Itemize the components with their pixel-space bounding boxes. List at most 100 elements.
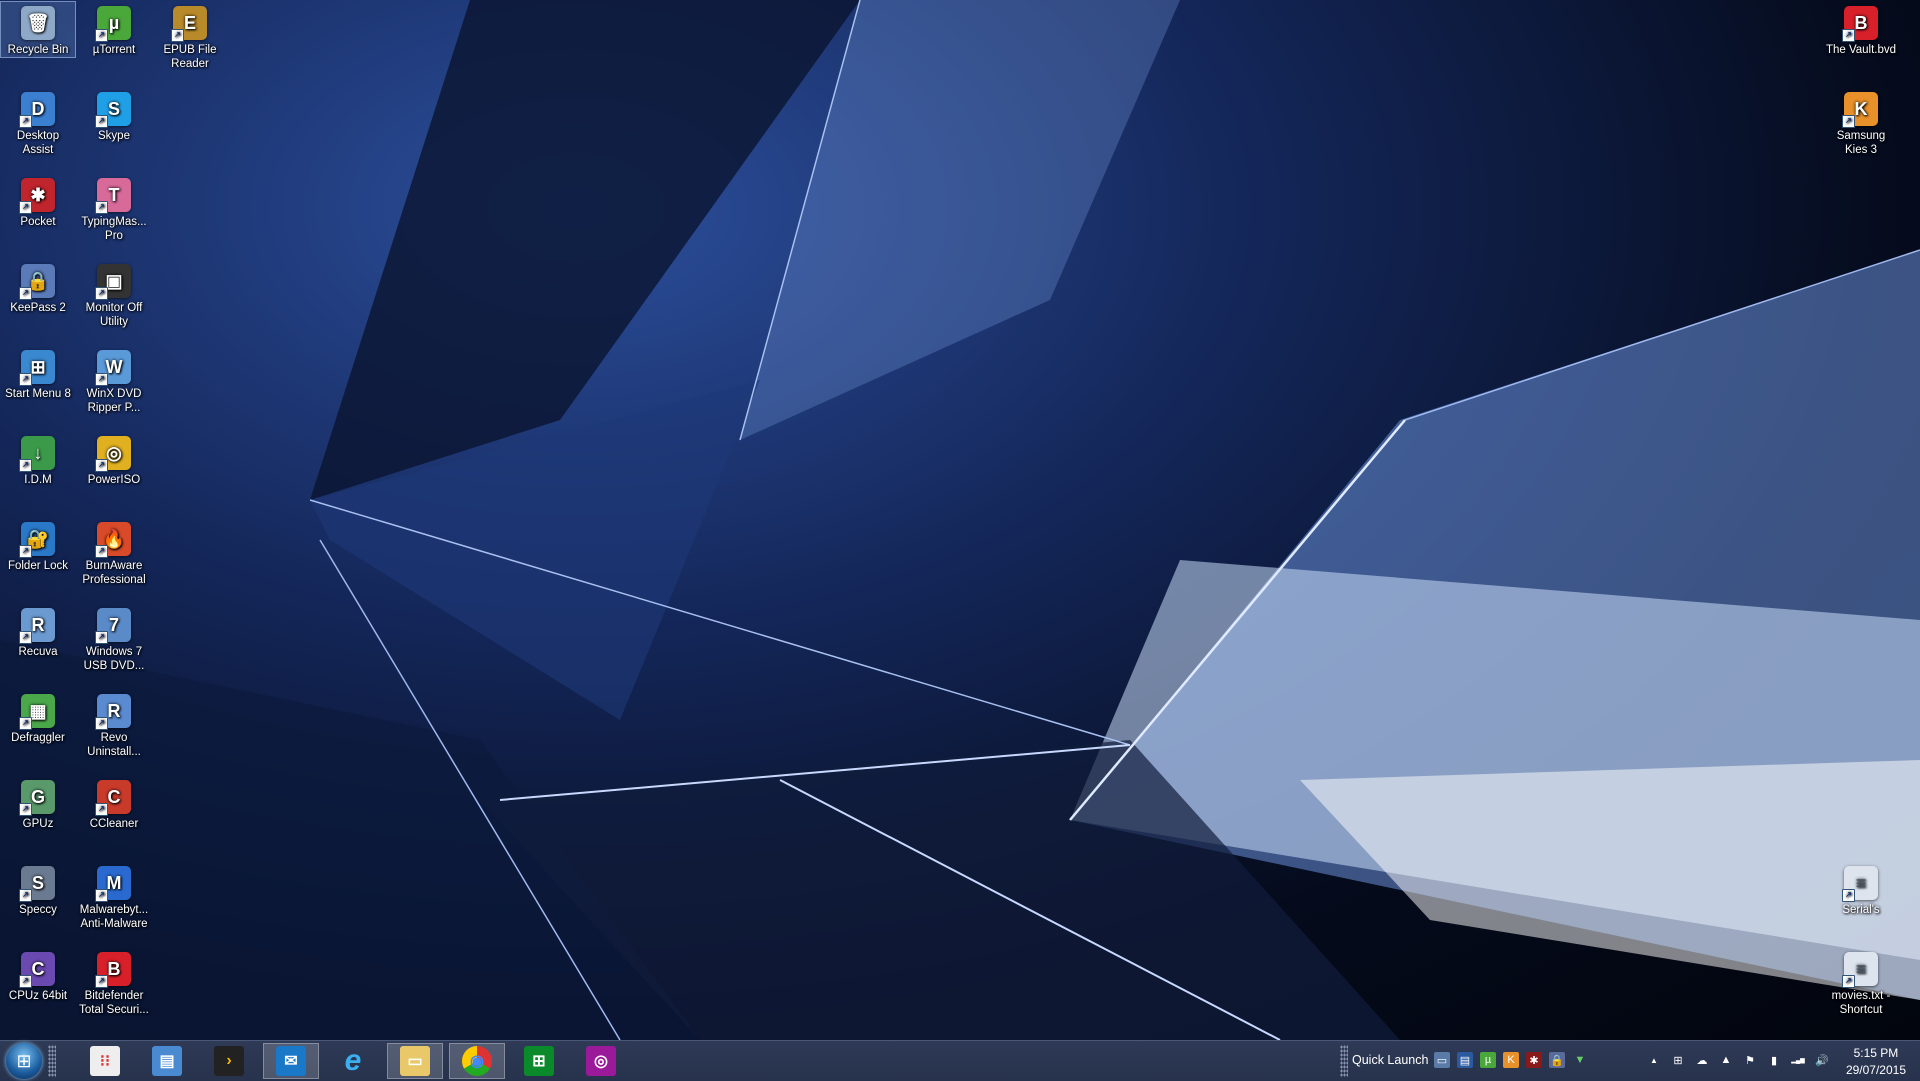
start-button[interactable]: ⊞ <box>6 1043 42 1079</box>
battery-icon[interactable]: ▮ <box>1766 1052 1782 1068</box>
taskbar-button[interactable]: e <box>325 1043 381 1079</box>
desktop-icon[interactable]: M ↗ Malwarebyt... Anti-Malware <box>77 862 151 931</box>
desktop-icon[interactable]: 🔐 ↗ Folder Lock <box>1 518 75 573</box>
shortcut-arrow-icon: ↗ <box>95 545 108 558</box>
clock[interactable]: 5:15 PM 29/07/2015 <box>1846 1045 1906 1079</box>
taskbar-button[interactable]: ◎ <box>573 1043 629 1079</box>
taskbar-button[interactable]: ▤ <box>139 1043 195 1079</box>
desktop-icon[interactable]: ≡ ↗ Serial's <box>1824 862 1898 917</box>
idm-icon: ↓ ↗ <box>19 436 55 472</box>
desktop-icon[interactable]: µ ↗ µTorrent <box>77 2 151 57</box>
utorrent-icon[interactable]: µ <box>1480 1052 1496 1068</box>
expand-icon[interactable]: ▼ <box>1572 1052 1588 1068</box>
samsung-kies-icon: K ↗ <box>1842 92 1878 128</box>
keepass-icon[interactable]: 🔒 <box>1549 1052 1565 1068</box>
desktop-icon-label: Pocket <box>20 216 56 228</box>
shortcut-arrow-icon: ↗ <box>19 975 32 988</box>
shortcut-arrow-icon: ↗ <box>19 287 32 300</box>
signal-icon[interactable]: ▂▄▆ <box>1790 1052 1806 1068</box>
desktop-icon[interactable]: T ↗ TypingMas... Pro <box>77 174 151 243</box>
desktop-icon[interactable]: R ↗ Recuva <box>1 604 75 659</box>
taskbar-button[interactable]: ⁝⁝ <box>77 1043 133 1079</box>
windows-icon[interactable]: ⊞ <box>1670 1052 1686 1068</box>
shortcut-arrow-icon: ↗ <box>19 545 32 558</box>
shortcut-arrow-icon: ↗ <box>19 803 32 816</box>
taskbar-grip[interactable] <box>48 1045 56 1077</box>
ccleaner-icon: C ↗ <box>95 780 131 816</box>
desktop-icon-label: CCleaner <box>89 818 139 830</box>
desktop-icon[interactable]: ≡ ↗ movies.txt - Shortcut <box>1824 948 1898 1017</box>
shortcut-arrow-icon: ↗ <box>95 287 108 300</box>
pocket-icon[interactable]: ✱ <box>1526 1052 1542 1068</box>
desktop-icon[interactable]: D ↗ Desktop Assist <box>1 88 75 157</box>
switch-windows-icon[interactable]: ▤ <box>1457 1052 1473 1068</box>
desktop-assist-icon: D ↗ <box>19 92 55 128</box>
monitor-icon: ▣ ↗ <box>95 264 131 300</box>
taskbar-button[interactable]: › <box>201 1043 257 1079</box>
desktop-icon[interactable]: B ↗ Bitdefender Total Securi... <box>77 948 151 1017</box>
desktop-icon-label: I.D.M <box>24 474 52 486</box>
desktop-icon-label: µTorrent <box>92 44 136 56</box>
shortcut-arrow-icon: ↗ <box>19 115 32 128</box>
shortcut-arrow-icon: ↗ <box>95 631 108 644</box>
show-hidden-icon[interactable]: ▲ <box>1646 1052 1662 1068</box>
desktop-icon[interactable]: 🗑 Recycle Bin <box>0 1 76 58</box>
desktop-icon-label: TypingMas... Pro <box>81 216 147 242</box>
shortcut-arrow-icon: ↗ <box>1842 975 1855 988</box>
apps-icon: ⁝⁝ <box>90 1046 120 1076</box>
shortcut-arrow-icon: ↗ <box>95 29 108 42</box>
desktop-icon[interactable]: S ↗ Skype <box>77 88 151 143</box>
desktop-icon[interactable]: S ↗ Speccy <box>1 862 75 917</box>
burnaware-icon: 🔥 ↗ <box>95 522 131 558</box>
desktop-icon-label: WinX DVD Ripper P... <box>86 388 142 414</box>
camera-icon: ◎ <box>586 1046 616 1076</box>
samsung-kies-icon[interactable]: K <box>1503 1052 1519 1068</box>
quick-launch-grip[interactable] <box>1340 1045 1348 1077</box>
desktop-icon[interactable]: G ↗ GPUz <box>1 776 75 831</box>
desktop-icon[interactable]: ◎ ↗ PowerISO <box>77 432 151 487</box>
desktop-icon-label: Revo Uninstall... <box>87 732 141 758</box>
desktop-icon[interactable]: C ↗ CPUz 64bit <box>1 948 75 1003</box>
google-drive-icon[interactable]: ▲ <box>1718 1052 1734 1068</box>
taskbar-button[interactable]: ◉ <box>449 1043 505 1079</box>
desktop-icon-label: Samsung Kies 3 <box>1836 130 1886 156</box>
desktop-icon[interactable]: 7 ↗ Windows 7 USB DVD... <box>77 604 151 673</box>
desktop-icon-label: BurnAware Professional <box>82 560 146 586</box>
desktop-icon[interactable]: ↓ ↗ I.D.M <box>1 432 75 487</box>
shortcut-arrow-icon: ↗ <box>95 201 108 214</box>
windows-logo-icon: ⊞ <box>16 1050 32 1071</box>
pocket-icon: ✱ ↗ <box>19 178 55 214</box>
desktop-icon[interactable]: B ↗ The Vault.bvd <box>1824 2 1898 57</box>
keepass-icon: 🔒 ↗ <box>19 264 55 300</box>
shortcut-arrow-icon: ↗ <box>95 717 108 730</box>
shortcut-arrow-icon: ↗ <box>95 889 108 902</box>
desktop-icon[interactable]: C ↗ CCleaner <box>77 776 151 831</box>
shortcut-arrow-icon: ↗ <box>95 373 108 386</box>
show-desktop-icon[interactable]: ▭ <box>1434 1052 1450 1068</box>
winx-dvd-icon: W ↗ <box>95 350 131 386</box>
desktop-icon[interactable]: K ↗ Samsung Kies 3 <box>1824 88 1898 157</box>
taskbar-button[interactable]: ▭ <box>387 1043 443 1079</box>
desktop-icon-label: PowerISO <box>87 474 141 486</box>
taskbar-button[interactable]: ✉ <box>263 1043 319 1079</box>
onedrive-icon[interactable]: ☁ <box>1694 1052 1710 1068</box>
volume-icon[interactable]: 🔊 <box>1814 1052 1830 1068</box>
shortcut-arrow-icon: ↗ <box>19 631 32 644</box>
utorrent-icon: µ ↗ <box>95 6 131 42</box>
desktop-icon[interactable]: W ↗ WinX DVD Ripper P... <box>77 346 151 415</box>
desktop-icon[interactable]: ✱ ↗ Pocket <box>1 174 75 229</box>
desktop-icon[interactable]: 🔥 ↗ BurnAware Professional <box>77 518 151 587</box>
desktop-icon[interactable]: ▣ ↗ Monitor Off Utility <box>77 260 151 329</box>
recycle-bin-icon: 🗑 <box>21 6 55 40</box>
action-center-icon[interactable]: ⚑ <box>1742 1052 1758 1068</box>
folder-lock-icon: 🔐 ↗ <box>19 522 55 558</box>
desktop-icon[interactable]: 🔒 ↗ KeePass 2 <box>1 260 75 315</box>
desktop-icon[interactable]: ⊞ ↗ Start Menu 8 <box>1 346 75 401</box>
desktop-icon[interactable]: E ↗ EPUB File Reader <box>153 2 227 71</box>
desktop-icon[interactable]: R ↗ Revo Uninstall... <box>77 690 151 759</box>
desktop-icon[interactable]: ▦ ↗ Defraggler <box>1 690 75 745</box>
shortcut-arrow-icon: ↗ <box>171 29 184 42</box>
taskbar-button[interactable]: ⊞ <box>511 1043 567 1079</box>
wallpaper <box>0 0 1920 1040</box>
clock-date: 29/07/2015 <box>1845 1063 1906 1077</box>
